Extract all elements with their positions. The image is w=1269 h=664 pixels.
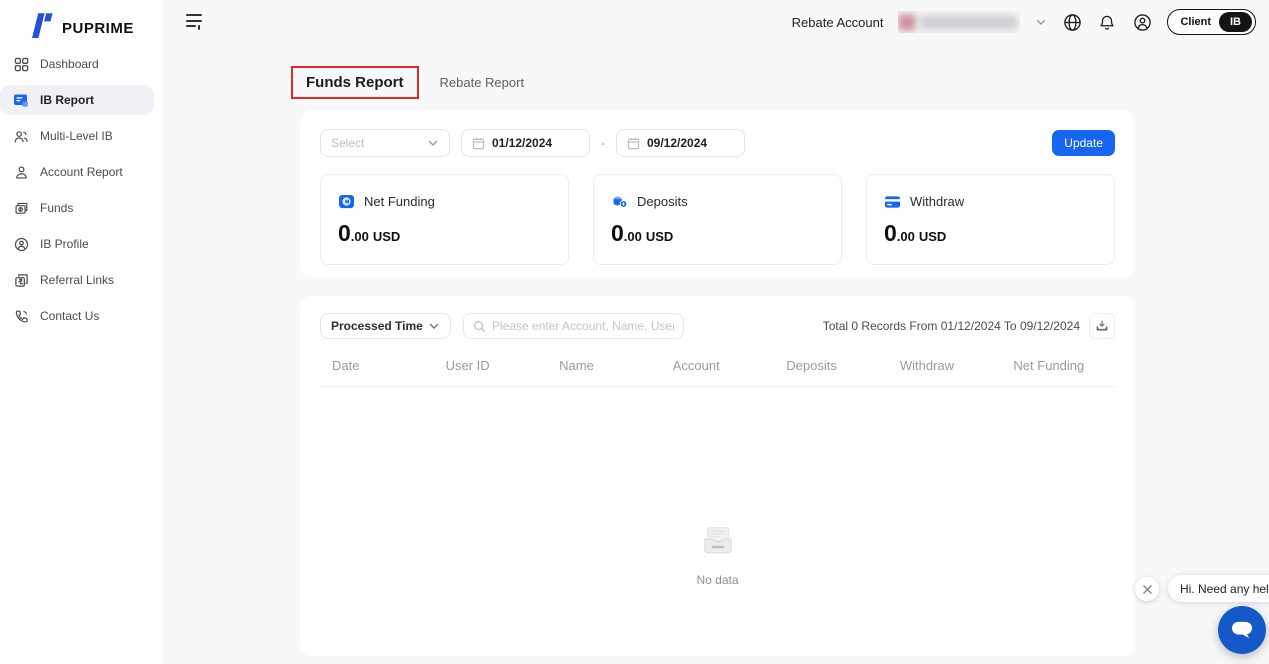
records-summary: Total 0 Records From 01/12/2024 To 09/12… <box>822 319 1080 333</box>
download-icon <box>1096 320 1108 331</box>
tab-rebate-report[interactable]: Rebate Report <box>440 75 525 90</box>
sidebar-item-account-report[interactable]: Account Report <box>0 157 154 187</box>
chevron-down-icon <box>429 323 439 329</box>
withdraw-icon <box>884 195 901 208</box>
sidebar-item-dashboard[interactable]: Dashboard <box>0 49 154 79</box>
account-report-icon <box>13 164 29 180</box>
chat-launcher-button[interactable] <box>1218 606 1266 654</box>
close-icon <box>1142 584 1152 594</box>
chat-greeting-bubble[interactable]: Hi. Need any help? <box>1168 575 1269 602</box>
calendar-icon <box>472 137 485 149</box>
stat-label: Withdraw <box>910 194 965 209</box>
date-from-field[interactable] <box>461 129 590 157</box>
sort-selected-value: Processed Time <box>331 319 423 333</box>
sidebar-item-label: Funds <box>40 201 74 215</box>
date-from-input[interactable] <box>492 136 572 150</box>
records-controls: Processed Time Total 0 Records From 01/1… <box>300 296 1135 339</box>
funds-icon <box>13 200 29 216</box>
rebate-account-label: Rebate Account <box>791 14 884 30</box>
sidebar-item-label: Dashboard <box>40 57 99 71</box>
sidebar-item-contact-us[interactable]: Contact Us <box>0 301 154 331</box>
records-search-input[interactable] <box>492 319 674 333</box>
no-data-label: No data <box>696 573 739 587</box>
sidebar-item-label: Account Report <box>40 165 123 179</box>
account-chevron-down-icon[interactable] <box>1035 16 1047 28</box>
deposits-icon <box>613 196 628 208</box>
multi-level-ib-icon <box>13 128 29 144</box>
collapse-sidebar-button[interactable] <box>186 14 206 31</box>
sidebar-item-label: IB Report <box>40 93 94 107</box>
sidebar-item-referral-links[interactable]: Referral Links <box>0 265 154 295</box>
calendar-icon <box>627 137 640 149</box>
records-table-header: Date User ID Name Account Deposits Withd… <box>320 358 1115 387</box>
column-header-net-funding: Net Funding <box>1013 358 1085 373</box>
toggle-ib-label[interactable]: IB <box>1219 12 1252 32</box>
records-search-field[interactable] <box>463 313 684 339</box>
rebate-account-value-redacted[interactable] <box>898 11 1020 33</box>
net-funding-icon <box>339 194 354 209</box>
referral-links-icon <box>13 272 29 288</box>
download-button[interactable] <box>1089 313 1115 339</box>
ib-report-icon <box>13 92 29 108</box>
toggle-client-label[interactable]: Client <box>1170 16 1219 28</box>
stat-value: 0.00 USD <box>884 220 947 246</box>
funds-records-panel: Processed Time Total 0 Records From 01/1… <box>300 296 1135 656</box>
sidebar: PUPRIME Dashboard IB Report Multi-Level … <box>0 0 162 664</box>
ib-portal-app: PUPRIME Dashboard IB Report Multi-Level … <box>0 0 1269 664</box>
stat-label: Net Funding <box>364 194 435 209</box>
sidebar-item-label: Referral Links <box>40 273 115 287</box>
profile-user-icon[interactable] <box>1132 12 1152 32</box>
date-range-separator: - <box>601 136 605 150</box>
search-icon <box>474 320 486 332</box>
funds-summary-panel: Select - Update <box>300 110 1135 278</box>
notifications-bell-icon[interactable] <box>1097 12 1117 32</box>
sidebar-item-label: Multi-Level IB <box>40 129 113 143</box>
withdraw-card: Withdraw 0.00 USD <box>866 174 1115 265</box>
language-globe-icon[interactable] <box>1062 12 1082 32</box>
filter-row: Select - Update <box>300 110 1135 157</box>
account-select-dropdown[interactable]: Select <box>320 129 450 157</box>
deposits-card: Deposits 0.00 USD <box>593 174 842 265</box>
report-tabs: Funds Report Rebate Report <box>291 66 524 99</box>
net-funding-card: Net Funding 0.00 USD <box>320 174 569 265</box>
chat-close-button[interactable] <box>1135 577 1159 601</box>
date-to-input[interactable] <box>647 136 727 150</box>
chevron-down-icon <box>428 140 438 146</box>
puprime-logo-icon <box>30 12 54 44</box>
sidebar-item-label: Contact Us <box>40 309 100 323</box>
client-ib-toggle[interactable]: Client IB <box>1167 9 1256 35</box>
sidebar-item-ib-profile[interactable]: IB Profile <box>0 229 154 259</box>
sidebar-item-ib-report[interactable]: IB Report <box>0 85 154 115</box>
contact-us-icon <box>13 308 29 324</box>
chat-bubble-icon <box>1232 621 1252 639</box>
sidebar-item-label: IB Profile <box>40 237 89 251</box>
empty-state: No data <box>300 525 1135 587</box>
column-header-user-id: User ID <box>445 358 490 373</box>
sidebar-item-multi-level-ib[interactable]: Multi-Level IB <box>0 121 154 151</box>
stat-cards: Net Funding 0.00 USD Deposits 0.00 USD W… <box>300 157 1135 265</box>
header-right: Rebate Account Client IB <box>792 9 1256 35</box>
column-header-account: Account <box>672 358 720 373</box>
select-placeholder: Select <box>331 136 365 150</box>
no-data-icon <box>703 527 732 554</box>
brand-logo: PUPRIME <box>0 0 162 44</box>
column-header-withdraw: Withdraw <box>899 358 955 373</box>
dashboard-icon <box>13 56 29 72</box>
column-header-date: Date <box>332 358 360 373</box>
date-to-field[interactable] <box>616 129 745 157</box>
account-flag-redacted <box>898 13 917 31</box>
update-button[interactable]: Update <box>1052 130 1115 156</box>
account-number-redacted <box>920 14 1019 30</box>
sidebar-nav: Dashboard IB Report Multi-Level IB Accou… <box>0 49 162 337</box>
brand-name: PUPRIME <box>62 19 134 37</box>
column-header-deposits: Deposits <box>786 358 837 373</box>
tab-funds-report[interactable]: Funds Report <box>291 66 419 99</box>
stat-value: 0.00 USD <box>338 220 401 246</box>
ib-profile-icon <box>13 236 29 252</box>
processed-time-dropdown[interactable]: Processed Time <box>320 313 451 339</box>
sidebar-item-funds[interactable]: Funds <box>0 193 154 223</box>
stat-value: 0.00 USD <box>611 220 674 246</box>
stat-label: Deposits <box>637 194 688 209</box>
column-header-name: Name <box>559 358 594 373</box>
